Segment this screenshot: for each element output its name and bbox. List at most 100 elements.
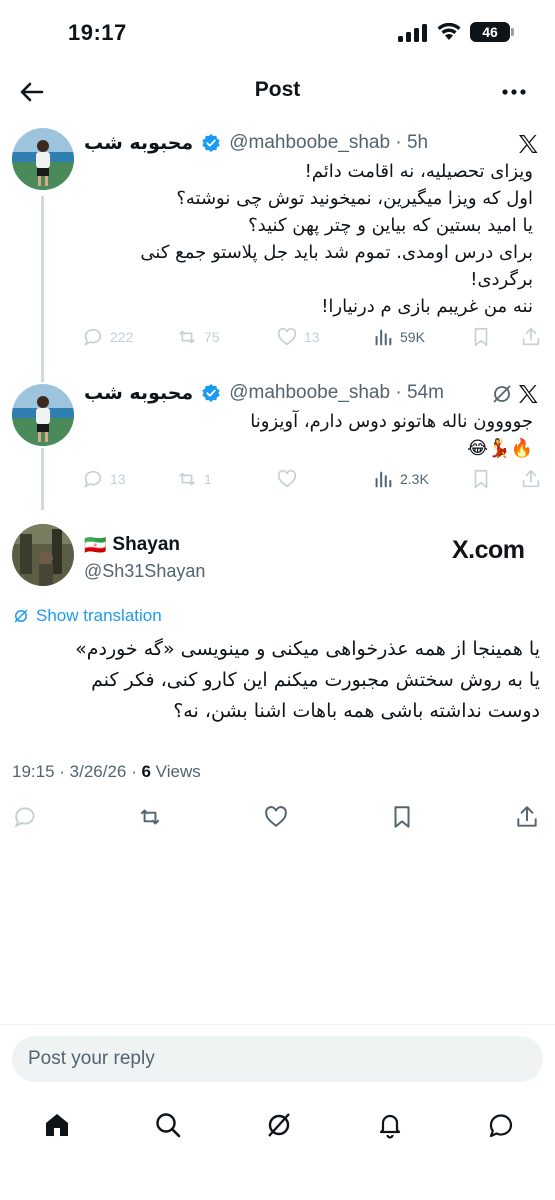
bookmark-icon	[474, 469, 488, 489]
bookmark-icon	[474, 327, 488, 347]
reply-count: 13	[110, 471, 126, 487]
repost-icon[interactable]	[137, 804, 163, 830]
author-name[interactable]: Shayan	[112, 534, 180, 556]
battery-cap	[511, 28, 514, 36]
x-logo-icon	[519, 385, 538, 403]
views-count: 2.3K	[400, 471, 429, 487]
more-horizontal-icon[interactable]	[498, 76, 530, 108]
reply-count: 222	[110, 329, 134, 345]
avatar[interactable]	[12, 128, 74, 190]
repost-count: 1	[204, 471, 212, 487]
tweet-line: ویزای تحصیلیه، نه اقامت دائم!	[304, 161, 533, 182]
bookmark-button[interactable]	[470, 326, 492, 348]
xcom-watermark: X.com	[452, 536, 525, 564]
main-author: 🇮🇷 Shayan	[84, 534, 180, 556]
messages-icon[interactable]	[486, 1110, 516, 1140]
tweet-actions: 13 1 2.3K	[80, 468, 540, 498]
thread-line	[41, 448, 44, 510]
reply-icon	[84, 470, 102, 489]
author-handle[interactable]: @Sh31Shayan	[84, 561, 205, 582]
share-icon	[522, 327, 540, 346]
author-name[interactable]: محبوبه شب	[84, 132, 193, 154]
avatar[interactable]	[12, 384, 74, 446]
bookmark-button[interactable]	[470, 468, 492, 490]
tweet-author: محبوبه شب @mahboobe_shab · 5h	[84, 130, 428, 156]
thread-line	[41, 366, 44, 382]
repost-button[interactable]: 75	[176, 326, 220, 348]
show-translation-button[interactable]: Show translation	[12, 606, 162, 626]
main-tweet-actions	[0, 804, 555, 834]
tweet-line: 🔥💃😂	[467, 438, 533, 459]
views-number[interactable]: 6	[141, 762, 150, 781]
notifications-icon[interactable]	[375, 1110, 405, 1140]
status-bar: 19:17 46	[0, 0, 555, 66]
analytics-icon	[375, 329, 392, 346]
tweet-line: ننه من غریبم بازی م درنیارا!	[321, 296, 533, 317]
tweet-meta: 19:15 · 3/26/26 · 6 Views	[12, 762, 201, 782]
reply-button[interactable]: 222	[82, 326, 133, 348]
grok-icon[interactable]	[490, 382, 514, 406]
translate-icon	[14, 609, 28, 623]
reply-input[interactable]: Post your reply	[12, 1036, 543, 1082]
avatar[interactable]	[12, 524, 74, 586]
thread-line	[41, 196, 44, 366]
cellular-signal-icon	[398, 24, 428, 42]
grok-icon[interactable]	[264, 1110, 294, 1140]
tweet-line: جوووون ناله هاتونو دوس دارم، آویزونا	[250, 411, 533, 432]
x-logo-icon	[519, 135, 538, 153]
repost-button[interactable]: 1	[176, 468, 212, 490]
tweet-text: ویزای تحصیلیه، نه اقامت دائم! اول که ویز…	[93, 158, 533, 320]
share-button[interactable]	[520, 468, 542, 490]
share-icon[interactable]	[514, 804, 540, 830]
like-button[interactable]	[276, 468, 304, 490]
tweet-author: محبوبه شب @mahboobe_shab · 54m	[84, 380, 444, 406]
tweet-text: جوووون ناله هاتونو دوس دارم، آویزونا 🔥💃😂	[93, 408, 533, 462]
thread-tweet-1[interactable]: محبوبه شب @mahboobe_shab · 5h ویزای تحصی…	[0, 116, 555, 366]
heart-icon[interactable]	[263, 804, 289, 830]
share-button[interactable]	[520, 326, 542, 348]
heart-icon	[277, 327, 297, 346]
repost-icon	[179, 330, 195, 344]
like-button[interactable]: 13	[276, 326, 320, 348]
divider	[0, 1024, 555, 1025]
bottom-tab-bar	[0, 1100, 555, 1150]
tweet-line: یا امید بستین که بیاین و چتر پهن کنید؟	[248, 215, 533, 236]
heart-icon	[277, 469, 297, 488]
thread-tweet-2[interactable]: محبوبه شب @mahboobe_shab · 54m جوووون نا…	[0, 366, 555, 510]
tweet-line: یا همینجا از همه عذرخواهی میکنی و مینویس…	[75, 638, 540, 660]
views-button[interactable]: 59K	[372, 326, 425, 348]
analytics-icon	[375, 471, 392, 488]
repost-count: 75	[204, 329, 220, 345]
verified-badge-icon	[202, 384, 220, 402]
show-translation-label: Show translation	[36, 606, 162, 625]
share-icon	[522, 469, 540, 488]
like-count: 13	[304, 329, 320, 345]
status-time: 19:17	[68, 20, 127, 45]
search-icon[interactable]	[153, 1110, 183, 1140]
tweet-line: برگردی!	[470, 269, 533, 290]
views-button[interactable]: 2.3K	[372, 468, 429, 490]
tweet-line: دوست نداشته باشی همه باهات اشنا بشن، نه؟	[173, 700, 540, 722]
tweet-line: یا به روش سختش مجبورت میکنم این کارو کنی…	[91, 669, 540, 691]
wifi-icon	[437, 22, 461, 40]
home-icon[interactable]	[42, 1110, 72, 1140]
author-handle: @mahboobe_shab · 54m	[229, 382, 444, 403]
reply-button[interactable]: 13	[82, 468, 126, 490]
author-name[interactable]: محبوبه شب	[84, 382, 193, 404]
tweet-line: اول که ویزا میگیرین، نمیخونید توش چی نوش…	[176, 188, 533, 209]
reply-icon[interactable]	[12, 804, 38, 830]
tweet-timestamp: 19:15 · 3/26/26 ·	[12, 762, 142, 781]
views-count: 59K	[400, 329, 425, 345]
bookmark-icon[interactable]	[389, 804, 415, 830]
tweet-actions: 222 75 13 59K	[80, 326, 540, 356]
post-header: Post	[0, 66, 555, 116]
verified-badge-icon	[202, 134, 220, 152]
tweet-line: برای درس اومدی. تموم شد باید جل پلاستو ج…	[140, 242, 533, 263]
views-label: Views	[150, 762, 201, 781]
page-title: Post	[254, 78, 301, 101]
repost-icon	[179, 472, 195, 486]
main-tweet-text: یا همینجا از همه عذرخواهی میکنی و مینویس…	[14, 634, 540, 727]
battery-level: 46	[482, 24, 498, 40]
battery-icon: 46	[470, 22, 510, 42]
author-handle: @mahboobe_shab · 5h	[229, 132, 429, 153]
